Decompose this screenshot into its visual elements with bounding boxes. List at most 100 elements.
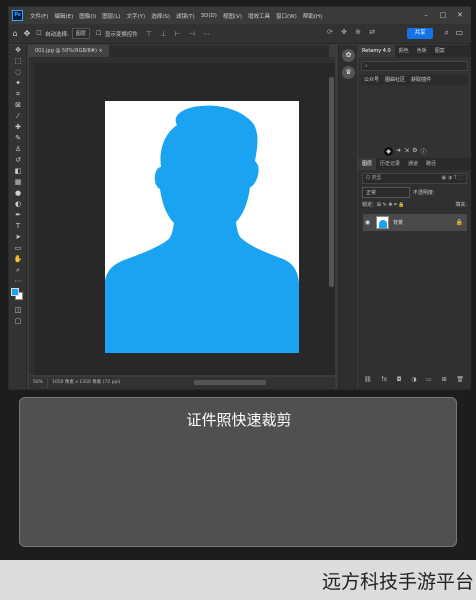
retamy-icon[interactable]: ✿ — [342, 49, 355, 62]
frame-tool-icon[interactable]: ⊠ — [9, 100, 27, 111]
eye-icon[interactable]: ◉ — [363, 219, 372, 226]
menu-filter[interactable]: 滤镜(T) — [173, 12, 198, 20]
menu-view[interactable]: 视图(V) — [220, 12, 245, 20]
foreground-color-swatch[interactable] — [11, 288, 19, 296]
tab-color[interactable]: 颜色 — [395, 45, 413, 57]
rectangle-tool-icon[interactable]: ▭ — [9, 243, 27, 254]
type-tool-icon[interactable]: T — [9, 221, 27, 232]
quick-links: 公众号 图曲社区 获取插件 — [361, 75, 468, 85]
top-panel-tabs: Retamy 4.0 颜色 色板 图案 — [358, 45, 471, 57]
lock-label: 锁定: — [362, 202, 374, 208]
maximize-icon[interactable]: □ — [438, 10, 448, 20]
checkbox-icon[interactable]: ☐ — [33, 30, 45, 37]
tab-history[interactable]: 历史记录 — [376, 158, 404, 170]
link-icon[interactable]: ⛓ — [364, 376, 372, 383]
id-photo-canvas[interactable] — [105, 101, 299, 353]
fill-label: 填充: — [455, 202, 467, 208]
checkbox-icon[interactable]: ☐ — [93, 30, 105, 37]
plugin-search-field[interactable]: ⌕ — [361, 61, 468, 71]
tab-paths[interactable]: 路径 — [422, 158, 440, 170]
canvas-area[interactable] — [29, 57, 335, 375]
color-swatches[interactable] — [9, 287, 26, 305]
workspace-icon[interactable]: ▭ — [455, 28, 463, 37]
brush-tool-icon[interactable]: ✎ — [9, 133, 27, 144]
eraser-tool-icon[interactable]: ◧ — [9, 166, 27, 177]
link-official-account[interactable]: 公众号 — [364, 75, 379, 85]
tab-channels[interactable]: 通道 — [404, 158, 422, 170]
horizontal-scrollbar[interactable] — [194, 380, 266, 385]
auto-select-label: 自动选择: — [45, 31, 69, 38]
mask-icon[interactable]: ◘ — [397, 376, 402, 383]
crop-tool-icon[interactable]: ⌗ — [9, 89, 27, 100]
tab-layers[interactable]: 图层 — [358, 158, 377, 170]
tab-patterns[interactable]: 图案 — [431, 45, 449, 57]
menu-layer[interactable]: 图层(L) — [99, 12, 123, 20]
auto-select-dropdown[interactable]: 图层 — [71, 28, 90, 39]
folder-icon[interactable]: ▭ — [426, 376, 432, 383]
eyedropper-icon[interactable]: ⁄ — [9, 111, 27, 122]
caption-banner: 证件照快速裁剪 — [19, 397, 457, 547]
layer-row-background[interactable]: ◉ 背景 🔒 — [363, 214, 467, 231]
clone-stamp-icon[interactable]: ♙ — [9, 144, 27, 155]
hand-tool-icon[interactable]: ✋ — [9, 254, 27, 265]
pen-tool-icon[interactable]: ✒ — [9, 210, 27, 221]
dodge-tool-icon[interactable]: ◐ — [9, 199, 27, 210]
path-select-icon[interactable]: ➤ — [9, 232, 27, 243]
lock-icons[interactable]: ⊞ ✎ ✥ ⌗ 🔒 — [377, 202, 405, 208]
screen-mode-icon[interactable]: ▢ — [9, 316, 27, 327]
trash-icon[interactable]: 🗑 — [456, 376, 464, 383]
layer-panel-tabs: 图层 历史记录 通道 路径 — [358, 158, 471, 170]
more-tools-icon[interactable]: ⋯ — [9, 276, 27, 287]
tab-swatches[interactable]: 色板 — [413, 45, 431, 57]
menu-window[interactable]: 窗口(W) — [273, 12, 300, 20]
blur-tool-icon[interactable]: ● — [9, 188, 27, 199]
vertical-ruler — [29, 57, 35, 375]
marquee-tool-icon[interactable]: ⬚ — [9, 56, 27, 67]
3d-mode-icons[interactable]: ⟳ ✥ ⊕ ⇄ — [327, 28, 378, 36]
align-icons[interactable]: ⊤ ⊥ ⊢ ⊣ ⋯ — [146, 30, 213, 38]
menu-select[interactable]: 选择(S) — [148, 12, 173, 20]
move-tool-icon[interactable]: ✥ — [21, 29, 33, 38]
tab-retamy[interactable]: Retamy 4.0 — [358, 45, 395, 57]
healing-brush-icon[interactable]: ✚ — [9, 122, 27, 133]
menu-image[interactable]: 图像(I) — [76, 12, 99, 20]
zoom-level[interactable]: 50% — [29, 377, 47, 389]
export-icon[interactable]: ⇲ — [404, 147, 409, 156]
home-icon[interactable]: ⌂ — [9, 29, 21, 38]
link-community[interactable]: 图曲社区 — [385, 75, 405, 85]
layer-filter-field[interactable]: Q 类型 ▣ ◑ T ⬚ — [362, 173, 467, 184]
layer-name: 背景 — [393, 220, 404, 226]
menu-help[interactable]: 帮助(H) — [300, 12, 325, 20]
adjustment-icon[interactable]: ◑ — [411, 376, 416, 383]
settings-icon[interactable]: ⚙ — [412, 147, 417, 156]
blend-mode-select[interactable]: 正常 — [362, 187, 410, 198]
info-icon[interactable]: ⓘ — [420, 147, 426, 156]
history-brush-icon[interactable]: ↺ — [9, 155, 27, 166]
plugin-icon[interactable]: ♛ — [342, 66, 355, 79]
fx-icon[interactable]: fx — [381, 376, 387, 383]
close-icon[interactable]: ✕ — [455, 10, 465, 20]
magic-wand-icon[interactable]: ✦ — [9, 78, 27, 89]
transform-controls-label[interactable]: 显示变换控件 — [105, 30, 138, 38]
document-tab[interactable]: 001.jpg @ 50%(RGB/8#) × — [29, 45, 109, 57]
menu-file[interactable]: 文件(F) — [27, 12, 51, 20]
arrow-right-icon[interactable]: ➜ — [396, 147, 401, 156]
document-tab-bar: 001.jpg @ 50%(RGB/8#) × — [29, 45, 329, 57]
minimize-icon[interactable]: – — [421, 10, 431, 20]
menu-plugins[interactable]: 增效工具 — [245, 12, 273, 20]
menu-type[interactable]: 文字(Y) — [124, 12, 149, 20]
menu-edit[interactable]: 编辑(E) — [51, 12, 76, 20]
move-tool-icon[interactable]: ✥ — [9, 45, 27, 56]
vertical-scrollbar[interactable] — [329, 77, 334, 287]
filter-icons[interactable]: ▣ ◑ T ⬚ — [441, 174, 463, 183]
adjust-icon[interactable]: ◆ — [384, 147, 393, 156]
link-get-plugins[interactable]: 获取插件 — [411, 75, 431, 85]
lasso-tool-icon[interactable]: ◌ — [9, 67, 27, 78]
new-layer-icon[interactable]: ⊞ — [442, 376, 447, 383]
search-icon[interactable]: ⌕ — [445, 28, 449, 38]
zoom-tool-icon[interactable]: ⌕ — [9, 265, 27, 276]
gradient-tool-icon[interactable]: ▦ — [9, 177, 27, 188]
share-button[interactable]: 共享 — [407, 28, 433, 39]
quick-mask-icon[interactable]: ◫ — [9, 305, 27, 316]
menu-3d[interactable]: 3D(D) — [198, 13, 220, 19]
